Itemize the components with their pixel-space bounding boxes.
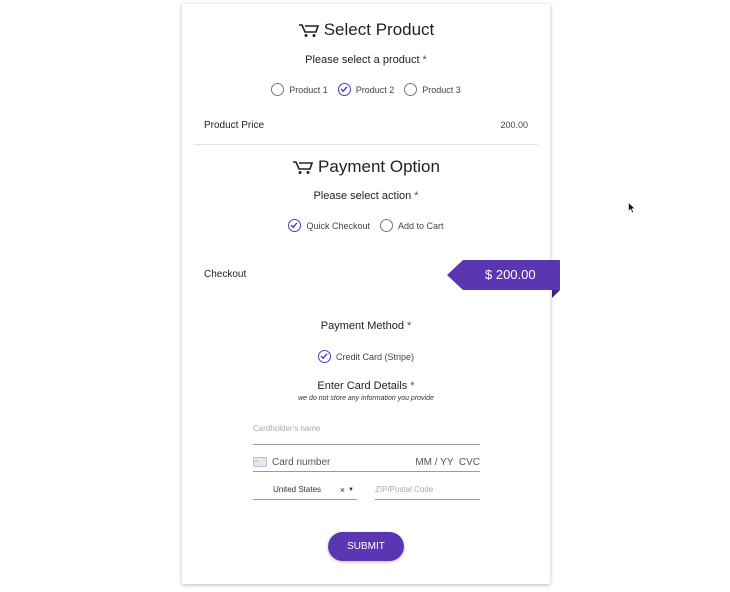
product-2-radio[interactable]: Product 2	[337, 83, 395, 96]
action-radio-group: Quick Checkout Add to Cart	[182, 219, 550, 232]
product-radio-group: Product 1 Product 2 Product 3	[182, 83, 550, 96]
mouse-cursor-icon	[628, 202, 636, 214]
check-icon	[320, 353, 328, 360]
radio-label: Add to Cart	[398, 220, 444, 231]
expiry-cvc-placeholder: MM / YY CVC	[415, 456, 480, 468]
product-prompt-text: Please select a product	[305, 54, 420, 66]
required-mark: *	[422, 54, 427, 66]
quick-checkout-radio[interactable]: Quick Checkout	[288, 219, 370, 232]
credit-card-icon	[253, 457, 267, 467]
cart-icon	[298, 24, 319, 37]
product-price-row: Product Price 200.00	[204, 120, 528, 131]
add-to-cart-radio[interactable]: Add to Cart	[380, 219, 444, 232]
required-mark: *	[414, 190, 419, 202]
product-price-label: Product Price	[204, 120, 265, 131]
radio-circle	[404, 83, 418, 96]
cardholder-name-placeholder: Cardholder's name	[253, 424, 321, 433]
check-icon	[340, 86, 348, 93]
card-details-note: we do not store any information you prov…	[298, 395, 434, 402]
dropdown-icon[interactable]: ▼	[348, 487, 354, 493]
zip-field[interactable]: ZIP/Postal Code	[375, 480, 480, 500]
action-prompt: Please select action *	[182, 190, 550, 202]
checkout-total-value: $ 200.00	[485, 267, 536, 282]
credit-card-radio[interactable]: Credit Card (Stripe)	[317, 350, 415, 363]
radio-label: Product 3	[422, 84, 461, 95]
product-prompt: Please select a product *	[182, 54, 550, 66]
radio-circle	[288, 219, 302, 232]
radio-label: Product 2	[355, 84, 395, 95]
payment-option-title-text: Payment Option	[318, 157, 440, 176]
zip-placeholder: ZIP/Postal Code	[375, 485, 434, 494]
card-number-placeholder: Card number	[272, 456, 331, 468]
radio-circle	[380, 219, 393, 232]
required-mark: *	[406, 320, 412, 332]
card-details-prompt: Enter Card Details *	[182, 380, 550, 392]
clear-icon[interactable]: ×	[340, 485, 345, 495]
radio-circle	[337, 83, 351, 96]
product-price-value: 200.00	[500, 120, 528, 130]
payment-method-prompt: Payment Method *	[182, 320, 550, 332]
product-3-radio[interactable]: Product 3	[404, 83, 461, 96]
radio-circle	[271, 83, 285, 96]
select-product-title: Select Product	[182, 20, 550, 40]
radio-circle	[317, 350, 331, 363]
section-divider	[194, 144, 538, 145]
radio-label: Product 1	[289, 84, 328, 95]
country-value: United States	[273, 485, 322, 494]
card-number-field[interactable]: Card number MM / YY CVC	[253, 453, 480, 472]
checkout-total-tag: $ 200.00	[447, 260, 560, 298]
action-prompt-text: Please select action	[313, 190, 412, 202]
card-details-label: Enter Card Details	[317, 380, 408, 392]
payment-method-label: Payment Method	[320, 320, 404, 332]
cart-icon	[293, 161, 314, 174]
submit-button[interactable]: SUBMIT	[328, 532, 404, 561]
payment-method-radio-group: Credit Card (Stripe)	[182, 350, 550, 363]
country-select[interactable]: United States × ▼	[253, 480, 357, 500]
payment-option-title: Payment Option	[182, 157, 550, 177]
product-1-radio[interactable]: Product 1	[271, 83, 328, 96]
select-product-title-text: Select Product	[323, 20, 435, 39]
required-mark: *	[410, 380, 415, 392]
radio-label: Credit Card (Stripe)	[335, 351, 415, 362]
check-icon	[290, 222, 298, 229]
checkout-label: Checkout	[204, 269, 247, 280]
cardholder-name-field[interactable]: Cardholder's name	[253, 424, 480, 445]
radio-label: Quick Checkout	[306, 220, 370, 231]
